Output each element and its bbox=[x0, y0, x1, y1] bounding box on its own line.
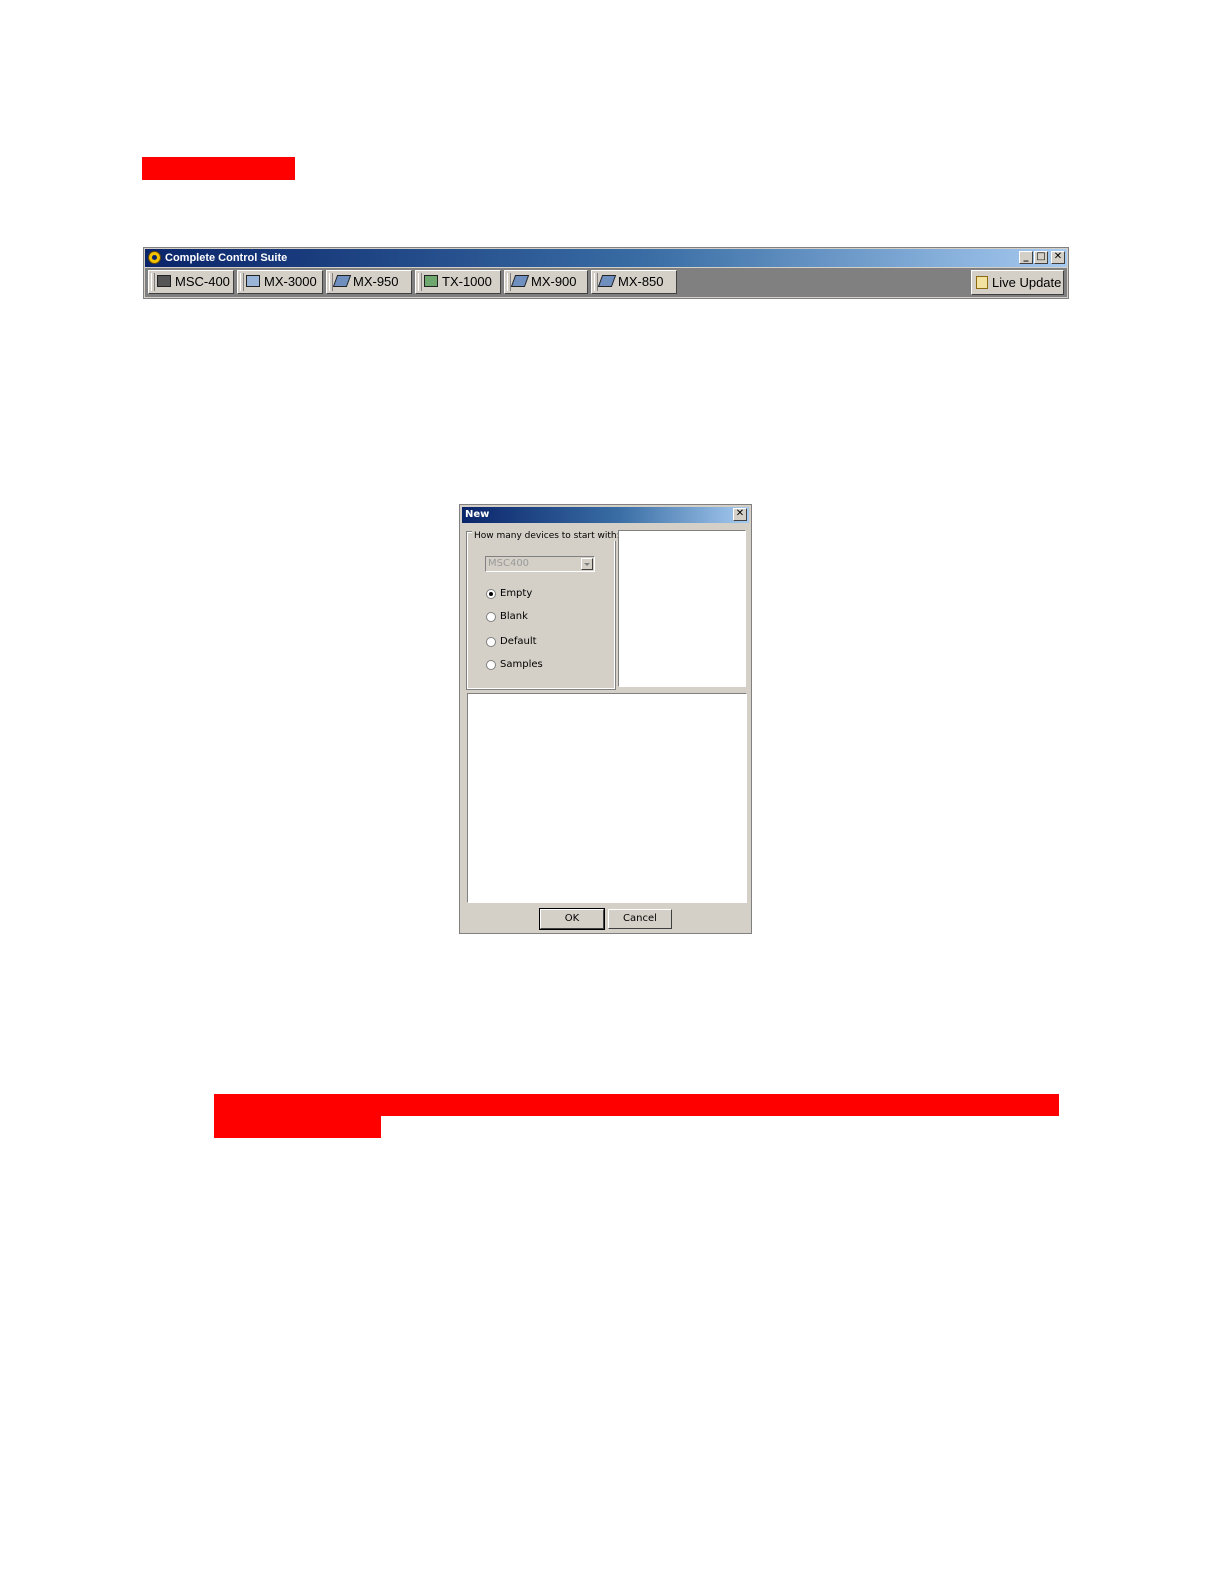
live-update-icon bbox=[976, 276, 988, 289]
live-update-button[interactable]: Live Update bbox=[971, 270, 1064, 295]
device-tab-label: TX-1000 bbox=[442, 274, 492, 289]
suite-title-bar[interactable]: Complete Control Suite _ □ ✕ bbox=[145, 249, 1067, 267]
toolbar-grip bbox=[329, 273, 333, 291]
minimize-button[interactable]: _ bbox=[1019, 251, 1033, 264]
device-tab-tx-1000[interactable]: TX-1000 bbox=[415, 270, 501, 294]
remote-icon bbox=[597, 275, 617, 287]
radio-label: Empty bbox=[500, 588, 533, 599]
maximize-button[interactable]: □ bbox=[1034, 251, 1048, 264]
device-tab-mx-3000[interactable]: MX-3000 bbox=[237, 270, 323, 294]
radio-label: Blank bbox=[500, 611, 528, 622]
toolbar-grip bbox=[507, 273, 511, 291]
toolbar-grip bbox=[418, 273, 422, 291]
radio-default[interactable]: Default bbox=[485, 636, 585, 650]
remote-icon bbox=[510, 275, 530, 287]
device-tab-label: MX-850 bbox=[618, 274, 664, 289]
redaction-block-bottom-line1 bbox=[214, 1094, 1059, 1116]
dialog-close-button[interactable]: ✕ bbox=[733, 508, 747, 521]
new-dialog: New ✕ How many devices to start with: MS… bbox=[459, 504, 752, 934]
radio-button-icon[interactable] bbox=[486, 589, 496, 599]
radio-label: Default bbox=[500, 636, 537, 647]
app-logo-icon bbox=[148, 251, 161, 264]
device-toolbar: MSC-400 MX-3000 MX-950 TX-1000 MX-900 MX… bbox=[145, 268, 1067, 297]
redaction-block-top bbox=[142, 157, 295, 180]
dialog-title-bar[interactable]: New ✕ bbox=[462, 507, 749, 523]
device-tab-msc-400[interactable]: MSC-400 bbox=[148, 270, 234, 294]
device-tab-mx-950[interactable]: MX-950 bbox=[326, 270, 412, 294]
device-tab-label: MX-900 bbox=[531, 274, 577, 289]
description-pane bbox=[467, 693, 747, 903]
suite-title: Complete Control Suite bbox=[165, 252, 288, 264]
device-select[interactable]: MSC400 bbox=[485, 556, 595, 572]
device-preview-pane bbox=[618, 530, 746, 687]
group-label: How many devices to start with: bbox=[472, 531, 622, 541]
radio-button-icon[interactable] bbox=[486, 637, 496, 647]
close-button[interactable]: ✕ bbox=[1051, 251, 1065, 264]
touchscreen-remote-icon bbox=[246, 275, 260, 287]
touchscreen-remote-icon bbox=[424, 275, 438, 287]
device-tab-label: MX-950 bbox=[353, 274, 399, 289]
device-select-value: MSC400 bbox=[488, 558, 530, 569]
device-tab-mx-850[interactable]: MX-850 bbox=[591, 270, 677, 294]
radio-button-icon[interactable] bbox=[486, 612, 496, 622]
toolbar-grip bbox=[240, 273, 244, 291]
device-tab-label: MSC-400 bbox=[175, 274, 230, 289]
complete-control-suite-window: Complete Control Suite _ □ ✕ MSC-400 MX-… bbox=[143, 247, 1069, 299]
radio-button-icon[interactable] bbox=[486, 660, 496, 670]
redaction-block-bottom-line2 bbox=[214, 1116, 381, 1138]
device-tab-mx-900[interactable]: MX-900 bbox=[504, 270, 588, 294]
radio-blank[interactable]: Blank bbox=[485, 611, 585, 625]
radio-samples[interactable]: Samples bbox=[485, 659, 585, 673]
device-tab-label: MX-3000 bbox=[264, 274, 317, 289]
monitor-icon bbox=[157, 275, 171, 287]
ok-button[interactable]: OK bbox=[539, 908, 605, 930]
dialog-title: New bbox=[465, 509, 490, 520]
toolbar-grip bbox=[151, 273, 155, 291]
radio-empty[interactable]: Empty bbox=[485, 588, 585, 602]
remote-icon bbox=[332, 275, 352, 287]
cancel-button[interactable]: Cancel bbox=[608, 909, 672, 929]
chevron-down-icon[interactable] bbox=[581, 558, 593, 570]
radio-label: Samples bbox=[500, 659, 543, 670]
live-update-label: Live Update bbox=[992, 275, 1062, 290]
toolbar-grip bbox=[594, 273, 598, 291]
